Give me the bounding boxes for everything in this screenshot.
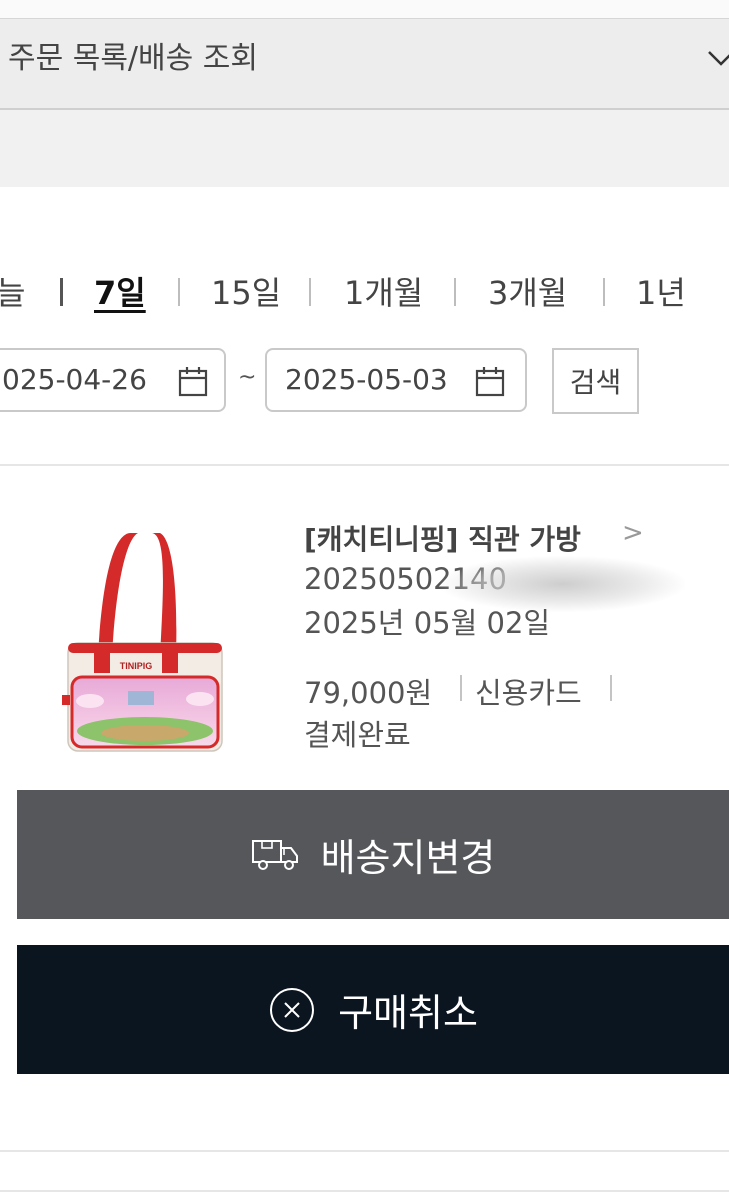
start-date-field[interactable]: 025-04-26 [0,348,226,412]
period-option-today[interactable]: 늘 [0,268,25,314]
section-divider [0,464,729,466]
header-spacer-band [0,110,729,187]
end-date-value: 2025-05-03 [285,363,448,396]
chevron-down-icon[interactable] [706,47,729,69]
period-filter: 늘 7일 15일 1개월 3개월 1년 [0,268,729,320]
period-option-1-year[interactable]: 1년 [636,268,686,314]
chevron-right-icon[interactable]: > [622,518,644,548]
calendar-icon[interactable] [475,366,505,398]
info-separator [460,675,462,701]
payment-method: 신용카드 [475,676,582,710]
close-circle-icon [270,987,315,1032]
section-divider [0,1150,729,1152]
period-option-15-days[interactable]: 15일 [211,268,281,314]
period-separator [60,278,63,306]
period-separator [603,278,605,306]
page-header[interactable]: 주문 목록/배송 조회 [0,18,729,110]
period-separator [454,278,456,306]
period-separator [178,278,180,306]
product-thumbnail[interactable]: TINIPIG [50,525,240,760]
page-title: 주문 목록/배송 조회 [8,41,258,76]
start-date-value: 025-04-26 [2,363,147,396]
period-option-1-month[interactable]: 1개월 [344,268,423,314]
date-range-separator: ~ [238,365,257,390]
thumbnail-logo: TINIPIG [120,661,153,671]
delivery-truck-icon [251,839,298,870]
change-address-label: 배송지변경 [320,836,496,880]
period-option-3-months[interactable]: 3개월 [488,268,567,314]
order-price: 79,000원 [304,676,433,710]
cancel-purchase-button[interactable]: 구매취소 [17,945,729,1074]
info-separator [610,675,612,701]
period-option-7-days[interactable]: 7일 [94,268,146,314]
calendar-icon[interactable] [178,366,208,398]
change-address-button[interactable]: 배송지변경 [17,790,729,919]
period-separator [309,278,311,306]
section-divider [0,1190,729,1192]
status-strip [0,0,729,18]
order-date: 2025년 05월 02일 [304,606,551,640]
order-status: 결제완료 [304,718,411,752]
search-button[interactable]: 검색 [552,348,639,414]
end-date-field[interactable]: 2025-05-03 [265,348,527,412]
product-name-link[interactable]: [캐치티니핑] 직관 가방 [304,518,581,558]
cancel-purchase-label: 구매취소 [338,991,478,1035]
